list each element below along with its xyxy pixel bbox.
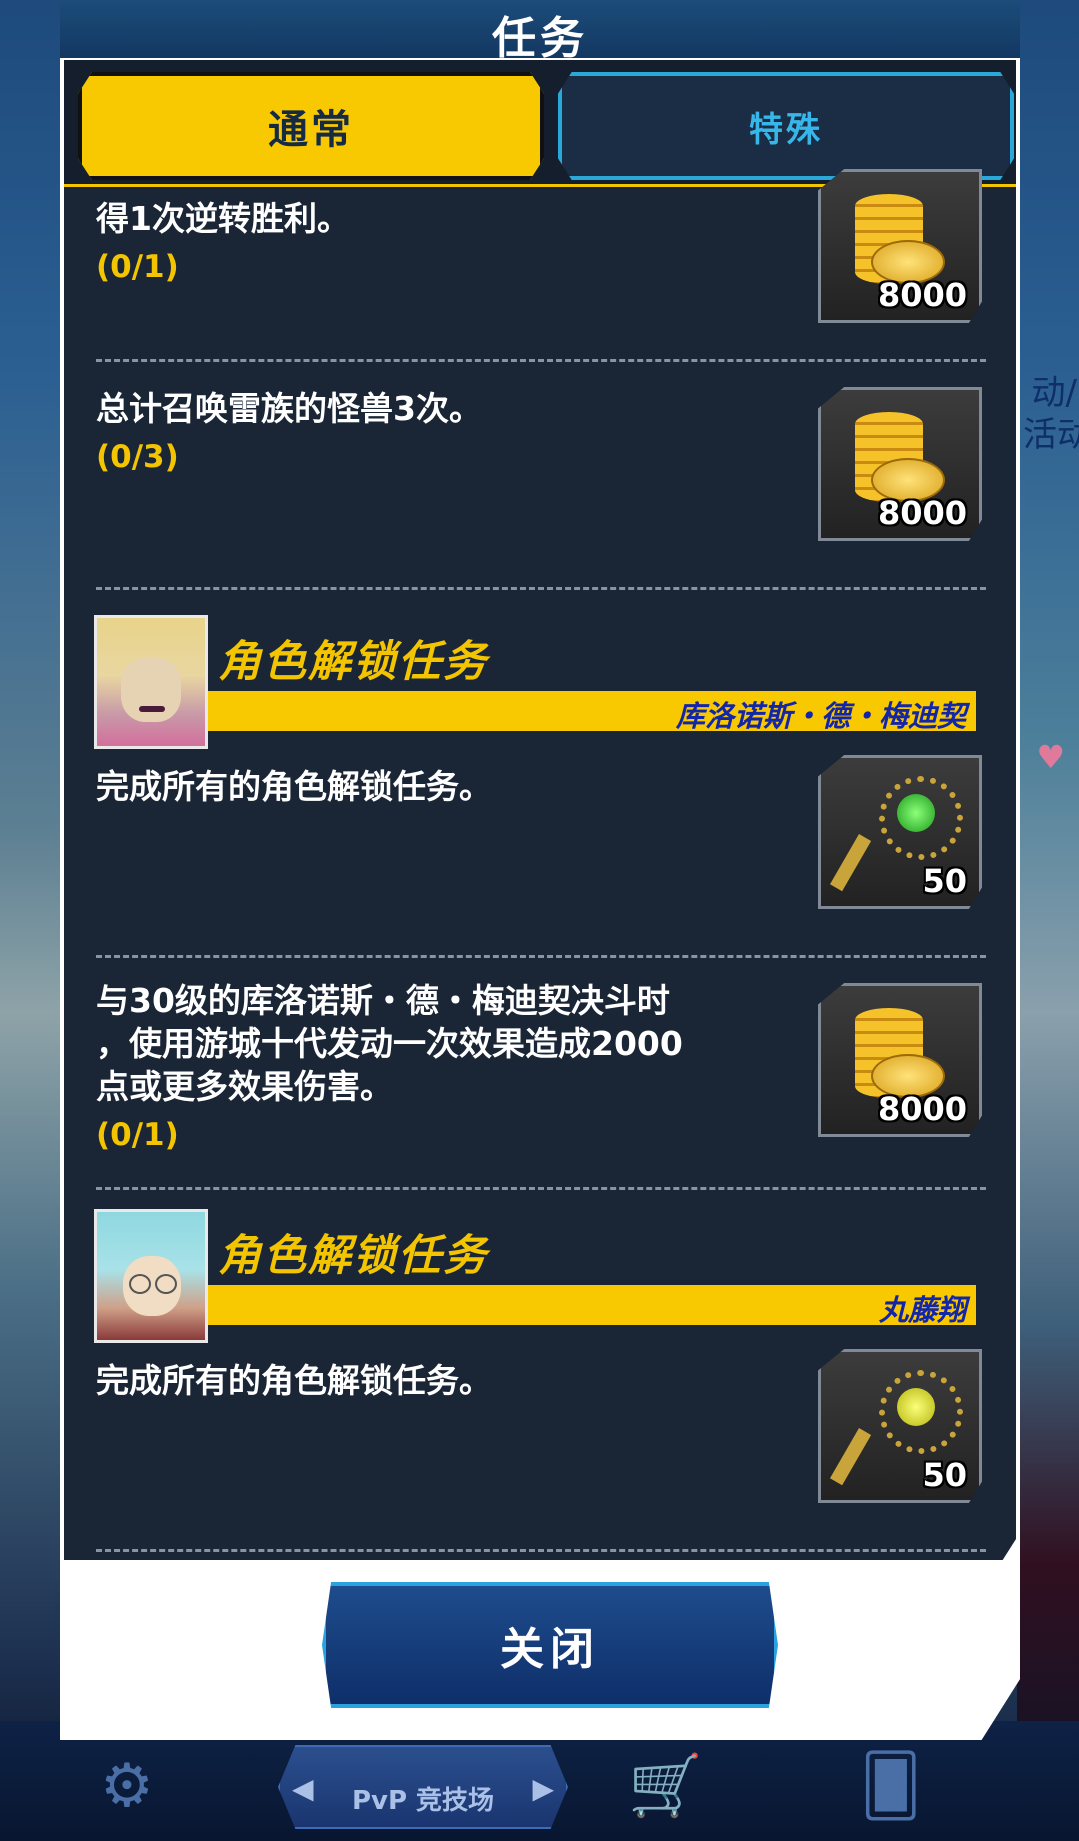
character-unlock-title: 角色解锁任务 [218,1231,488,1281]
pvp-arena-label: PvP 竞技场 [351,1786,495,1816]
mission-progress: (0/1) [96,249,179,285]
character-name: 库洛诺斯・德・梅迪契 [675,699,966,733]
character-unlock-header: 丸藤翔 角色解锁任务 [94,1209,976,1343]
mission-tabs: 通常 特殊 [64,60,1016,187]
duel-gear-icon[interactable]: ⚙ [100,1751,154,1821]
reward-quantity: 8000 [877,1090,967,1128]
character-name: 丸藤翔 [878,1293,966,1327]
character-unlock-header: 库洛诺斯・德・梅迪契 角色解锁任务 [94,615,976,749]
tab-special[interactable]: 特殊 [558,72,1014,180]
mission-list[interactable]: 得1次逆转胜利。 (0/1) 8000 总计召唤雷族的怪兽3次。 (0/3) 8… [64,169,1016,1560]
key-shaft [830,1428,872,1486]
divider [96,359,986,362]
mission-progress: (0/3) [96,439,179,475]
mission-description: 完成所有的角色解锁任务。 [96,767,492,806]
heart-icon: ♥ [1036,738,1065,776]
close-button[interactable]: 关闭 [322,1582,778,1708]
mission-description: 总计召唤雷族的怪兽3次。 [96,389,482,428]
divider [96,955,986,958]
mission-progress: (0/1) [96,1117,179,1153]
background-scene-left [0,0,62,1841]
mission-reward[interactable]: 8000 [818,169,982,323]
reward-quantity: 8000 [877,494,967,532]
mission-description: 得1次逆转胜利。 [96,199,350,238]
missions-panel: 通常 特殊 得1次逆转胜利。 (0/1) 8000 总计召唤雷族的怪兽3次。 (… [64,60,1016,1560]
cards-icon[interactable]: 🂠 [860,1751,921,1821]
character-name-band: 库洛诺斯・德・梅迪契 [206,691,976,733]
reward-quantity: 8000 [877,276,967,314]
character-unlock-title: 角色解锁任务 [218,637,488,687]
character-portrait-syrus [94,1209,208,1343]
background-scene-right [1017,0,1079,1841]
character-name-band: 丸藤翔 [206,1285,976,1327]
shop-cart-icon[interactable]: 🛒 [628,1750,703,1821]
divider [96,1187,986,1190]
arrow-right-icon: ▶ [532,1772,554,1805]
green-key-icon [897,794,935,832]
character-portrait-crowler [94,615,208,749]
tab-normal[interactable]: 通常 [78,72,544,180]
background-event-label: 动/ 活动 [1023,373,1079,455]
dialog-title-bar: 任务 [60,0,1020,64]
reward-quantity: 50 [922,1456,967,1494]
mission-description-line: 与30级的库洛诺斯・德・梅迪契决斗时 [96,981,670,1020]
mission-description-line: ，使用游城十代发动一次效果造成2000 [96,1024,683,1063]
divider [96,587,986,590]
mission-reward[interactable]: 50 [818,1349,982,1503]
mission-description: 完成所有的角色解锁任务。 [96,1361,492,1400]
mission-reward[interactable]: 50 [818,755,982,909]
tab-special-label: 特殊 [749,109,823,150]
yellow-key-icon [897,1388,935,1426]
dialog-title: 任务 [492,13,588,64]
divider [96,1549,986,1552]
mission-description-line: 点或更多效果伤害。 [96,1067,393,1106]
mission-reward[interactable]: 8000 [818,983,982,1137]
mission-reward[interactable]: 8000 [818,387,982,541]
reward-quantity: 50 [922,862,967,900]
tab-normal-label: 通常 [268,107,354,153]
missions-dialog: 任务 通常 特殊 得1次逆转胜利。 (0/1) 8000 总计召唤雷族的怪兽3次… [60,0,1020,1740]
mission-description: 与30级的库洛诺斯・德・梅迪契决斗时 ，使用游城十代发动一次效果造成2000 点… [96,979,683,1108]
pvp-arena-button[interactable]: ◀ PvP 竞技场 ▶ [278,1745,568,1829]
close-button-label: 关闭 [500,1624,600,1675]
key-shaft [830,834,872,892]
